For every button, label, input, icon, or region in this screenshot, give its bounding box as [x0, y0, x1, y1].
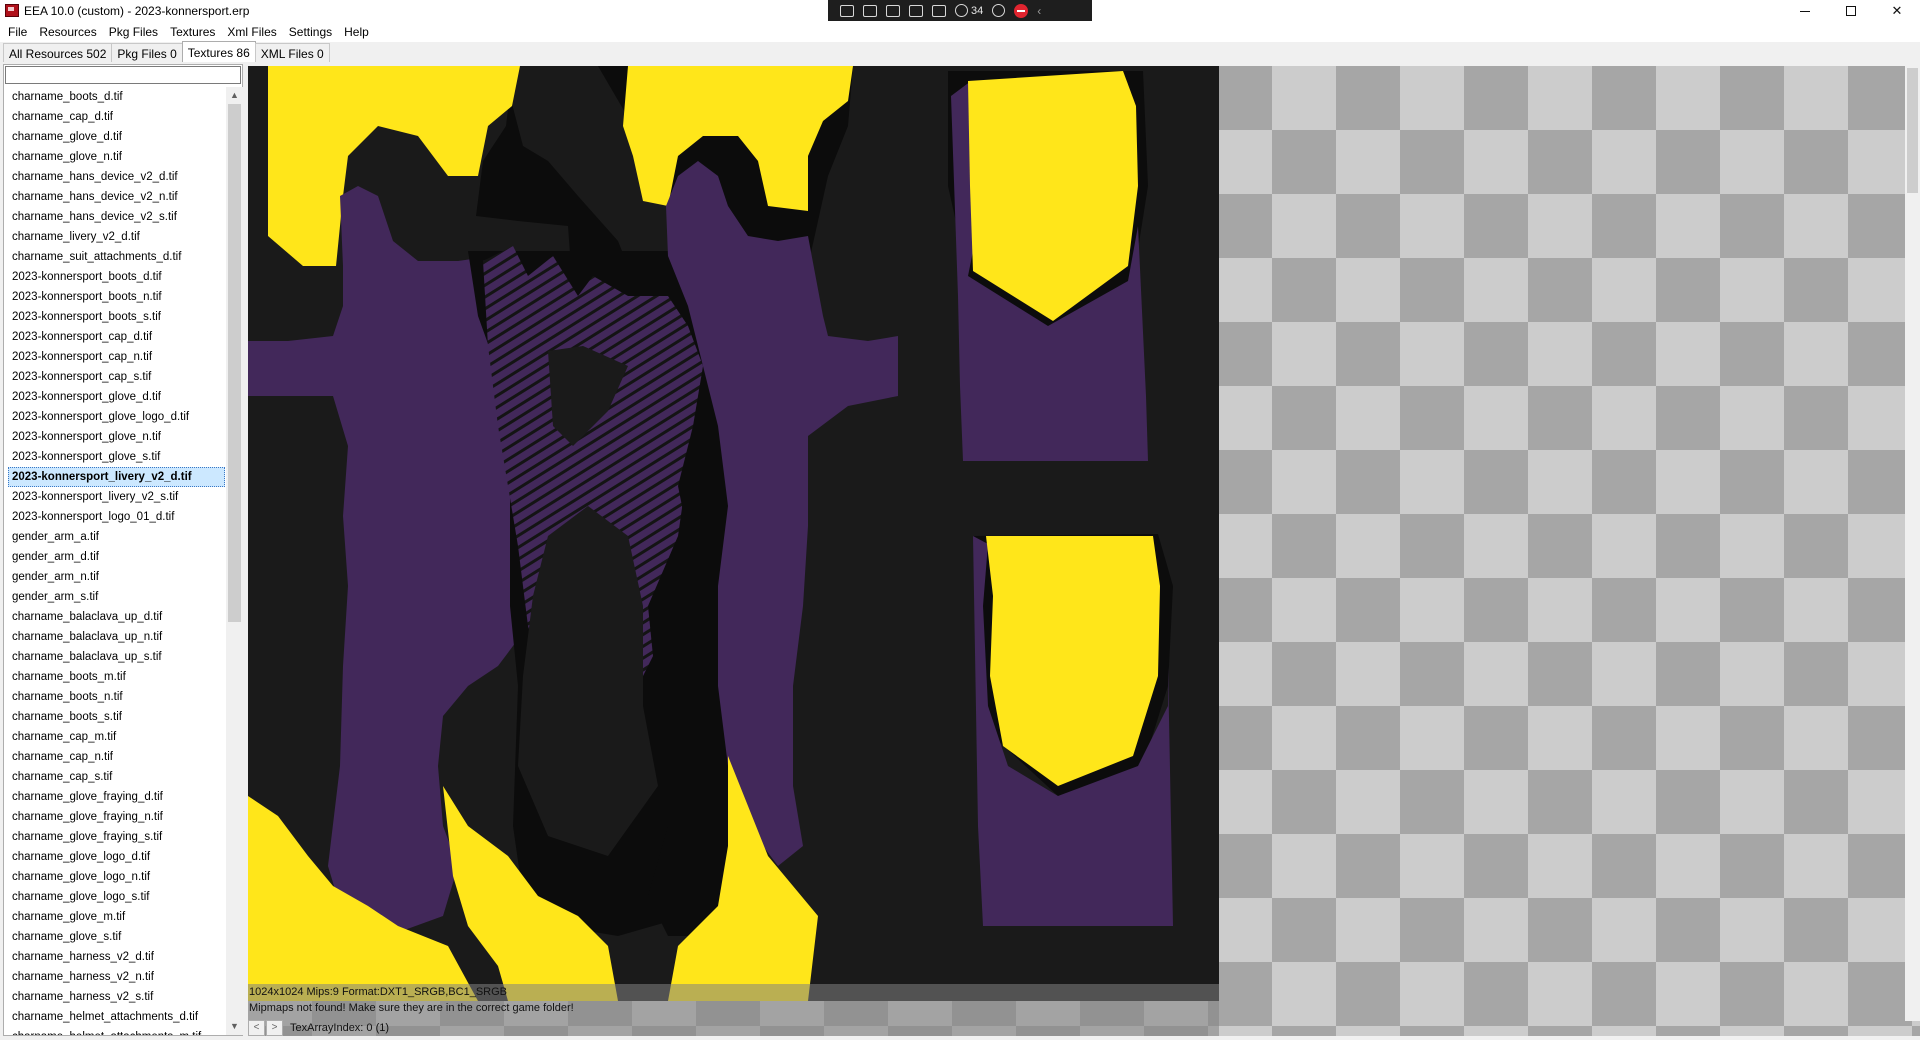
file-list-item[interactable]: charname_glove_s.tif — [5, 927, 225, 947]
tex-array-index: TexArrayIndex: 0 (1) — [290, 1021, 390, 1034]
file-list-item[interactable]: charname_balaclava_up_n.tif — [5, 627, 225, 647]
file-list-item[interactable]: charname_balaclava_up_d.tif — [5, 607, 225, 627]
file-list-item[interactable]: 2023-konnersport_glove_n.tif — [5, 427, 225, 447]
file-list-item[interactable]: 2023-konnersport_livery_v2_s.tif — [5, 487, 225, 507]
file-list-item[interactable]: charname_boots_n.tif — [5, 687, 225, 707]
file-list-item[interactable]: charname_cap_n.tif — [5, 747, 225, 767]
texture-array-pager: < > TexArrayIndex: 0 (1) — [248, 1019, 389, 1036]
broadcast-counter: 34 — [971, 4, 984, 17]
monitor-icon[interactable] — [932, 4, 946, 17]
menu-bar: File Resources Pkg Files Textures Xml Fi… — [0, 22, 1920, 42]
file-list-item[interactable]: charname_hans_device_v2_s.tif — [5, 207, 225, 227]
video-record-icon[interactable] — [863, 4, 877, 17]
file-list-item[interactable]: charname_hans_device_v2_d.tif — [5, 167, 225, 187]
file-list: charname_boots_d.tif charname_cap_d.tif ch… — [5, 87, 225, 1035]
file-list-item[interactable]: charname_glove_logo_s.tif — [5, 887, 225, 907]
file-list-item[interactable]: 2023-konnersport_cap_n.tif — [5, 347, 225, 367]
texture-info-overlay: 1024x1024 Mips:9 Format:DXT1_SRGB,BC1_SR… — [248, 984, 1219, 1036]
window-title: EEA 10.0 (custom) - 2023-konnersport.erp — [24, 4, 250, 18]
menu-textures[interactable]: Textures — [164, 22, 221, 42]
tab-pkg-files[interactable]: Pkg Files 0 — [111, 43, 183, 62]
file-list-item[interactable]: 2023-konnersport_boots_d.tif — [5, 267, 225, 287]
tab-xml-files[interactable]: XML Files 0 — [254, 43, 330, 62]
scroll-up-icon[interactable]: ▲ — [226, 87, 243, 104]
file-list-item[interactable]: charname_helmet_attachments_m.tif — [5, 1027, 225, 1035]
file-list-item[interactable]: charname_glove_logo_d.tif — [5, 847, 225, 867]
menu-help[interactable]: Help — [338, 22, 375, 42]
file-list-item[interactable]: charname_glove_logo_n.tif — [5, 867, 225, 887]
file-list-item[interactable]: charname_glove_fraying_d.tif — [5, 787, 225, 807]
title-bar: EEA 10.0 (custom) - 2023-konnersport.erp… — [0, 0, 1920, 22]
mipmap-warning: Mipmaps not found! Make sure they are in… — [249, 1002, 574, 1014]
file-list-item[interactable]: charname_glove_fraying_s.tif — [5, 827, 225, 847]
file-list-item[interactable]: 2023-konnersport_boots_s.tif — [5, 307, 225, 327]
file-list-item[interactable]: 2023-konnersport_logo_01_d.tif — [5, 507, 225, 527]
livery-panel-bottom-yellow — [986, 536, 1160, 786]
chevron-left-icon[interactable]: ‹ — [1037, 4, 1041, 18]
file-list-item[interactable]: charname_cap_d.tif — [5, 107, 225, 127]
file-list-item[interactable]: 2023-konnersport_boots_n.tif — [5, 287, 225, 307]
file-list-item[interactable]: 2023-konnersport_glove_d.tif — [5, 387, 225, 407]
scroll-down-icon[interactable]: ▼ — [226, 1018, 243, 1035]
file-list-item[interactable]: gender_arm_a.tif — [5, 527, 225, 547]
next-array-button[interactable]: > — [266, 1019, 283, 1036]
file-list-item[interactable]: 2023-konnersport_livery_v2_d.tif — [8, 467, 225, 487]
prev-array-button[interactable]: < — [248, 1019, 265, 1036]
file-list-item[interactable]: charname_boots_s.tif — [5, 707, 225, 727]
scrollbar-thumb[interactable] — [228, 104, 241, 622]
broadcast-icon[interactable] — [955, 4, 968, 17]
file-list-item[interactable]: 2023-konnersport_glove_logo_d.tif — [5, 407, 225, 427]
file-list-item[interactable]: charname_boots_d.tif — [5, 87, 225, 107]
file-list-scrollbar[interactable]: ▲ ▼ — [226, 87, 243, 1035]
pointer-icon[interactable] — [886, 4, 900, 17]
file-list-item[interactable]: charname_livery_v2_d.tif — [5, 227, 225, 247]
tab-bar: All Resources 502 Pkg Files 0 Textures 8… — [0, 41, 1920, 63]
file-list-item[interactable]: gender_arm_d.tif — [5, 547, 225, 567]
close-button[interactable]: ✕ — [1874, 0, 1920, 22]
file-list-item[interactable]: 2023-konnersport_cap_d.tif — [5, 327, 225, 347]
accessibility-icon[interactable] — [992, 4, 1006, 17]
file-list-item[interactable]: charname_cap_m.tif — [5, 727, 225, 747]
floating-toolbar: 34 ‹ — [828, 0, 1092, 21]
tab-textures[interactable]: Textures 86 — [181, 41, 256, 62]
file-list-item[interactable]: charname_boots_m.tif — [5, 667, 225, 687]
file-list-item[interactable]: charname_harness_v2_s.tif — [5, 987, 225, 1007]
tab-all-resources[interactable]: All Resources 502 — [3, 43, 113, 62]
file-list-item[interactable]: charname_harness_v2_n.tif — [5, 967, 225, 987]
file-list-item[interactable]: charname_suit_attachments_d.tif — [5, 247, 225, 267]
screen-capture-icon[interactable] — [840, 4, 854, 17]
menu-xml-files[interactable]: Xml Files — [221, 22, 282, 42]
menu-pkg-files[interactable]: Pkg Files — [103, 22, 164, 42]
file-list-item[interactable]: 2023-konnersport_cap_s.tif — [5, 367, 225, 387]
texture-format-info: 1024x1024 Mips:9 Format:DXT1_SRGB,BC1_SR… — [249, 986, 508, 998]
region-select-icon[interactable] — [909, 4, 923, 17]
file-list-item[interactable]: charname_helmet_attachments_d.tif — [5, 1007, 225, 1027]
file-list-item[interactable]: charname_glove_fraying_n.tif — [5, 807, 225, 827]
file-list-item[interactable]: charname_harness_v2_d.tif — [5, 947, 225, 967]
app-icon — [5, 4, 19, 17]
texture-viewer[interactable]: 1024x1024 Mips:9 Format:DXT1_SRGB,BC1_SR… — [248, 66, 1920, 1036]
texture-preview — [248, 66, 1219, 1001]
minimize-button[interactable] — [1782, 0, 1828, 22]
filter-input[interactable] — [5, 66, 241, 84]
menu-file[interactable]: File — [2, 22, 33, 42]
viewer-scrollbar-thumb[interactable] — [1907, 68, 1918, 193]
window-controls: ✕ — [1782, 0, 1920, 22]
file-list-item[interactable]: charname_cap_s.tif — [5, 767, 225, 787]
menu-resources[interactable]: Resources — [33, 22, 102, 42]
file-list-item[interactable]: charname_glove_n.tif — [5, 147, 225, 167]
file-list-item[interactable]: charname_balaclava_up_s.tif — [5, 647, 225, 667]
file-list-item[interactable]: charname_glove_d.tif — [5, 127, 225, 147]
file-list-item[interactable]: charname_glove_m.tif — [5, 907, 225, 927]
stop-icon[interactable] — [1014, 3, 1029, 18]
file-list-item[interactable]: gender_arm_n.tif — [5, 567, 225, 587]
file-list-item[interactable]: 2023-konnersport_glove_s.tif — [5, 447, 225, 467]
maximize-button[interactable] — [1828, 0, 1874, 22]
viewer-scrollbar[interactable] — [1905, 66, 1920, 1021]
texture-list-panel: charname_boots_d.tif charname_cap_d.tif ch… — [3, 64, 243, 1036]
file-list-item[interactable]: charname_hans_device_v2_n.tif — [5, 187, 225, 207]
file-list-item[interactable]: gender_arm_s.tif — [5, 587, 225, 607]
menu-settings[interactable]: Settings — [283, 22, 338, 42]
